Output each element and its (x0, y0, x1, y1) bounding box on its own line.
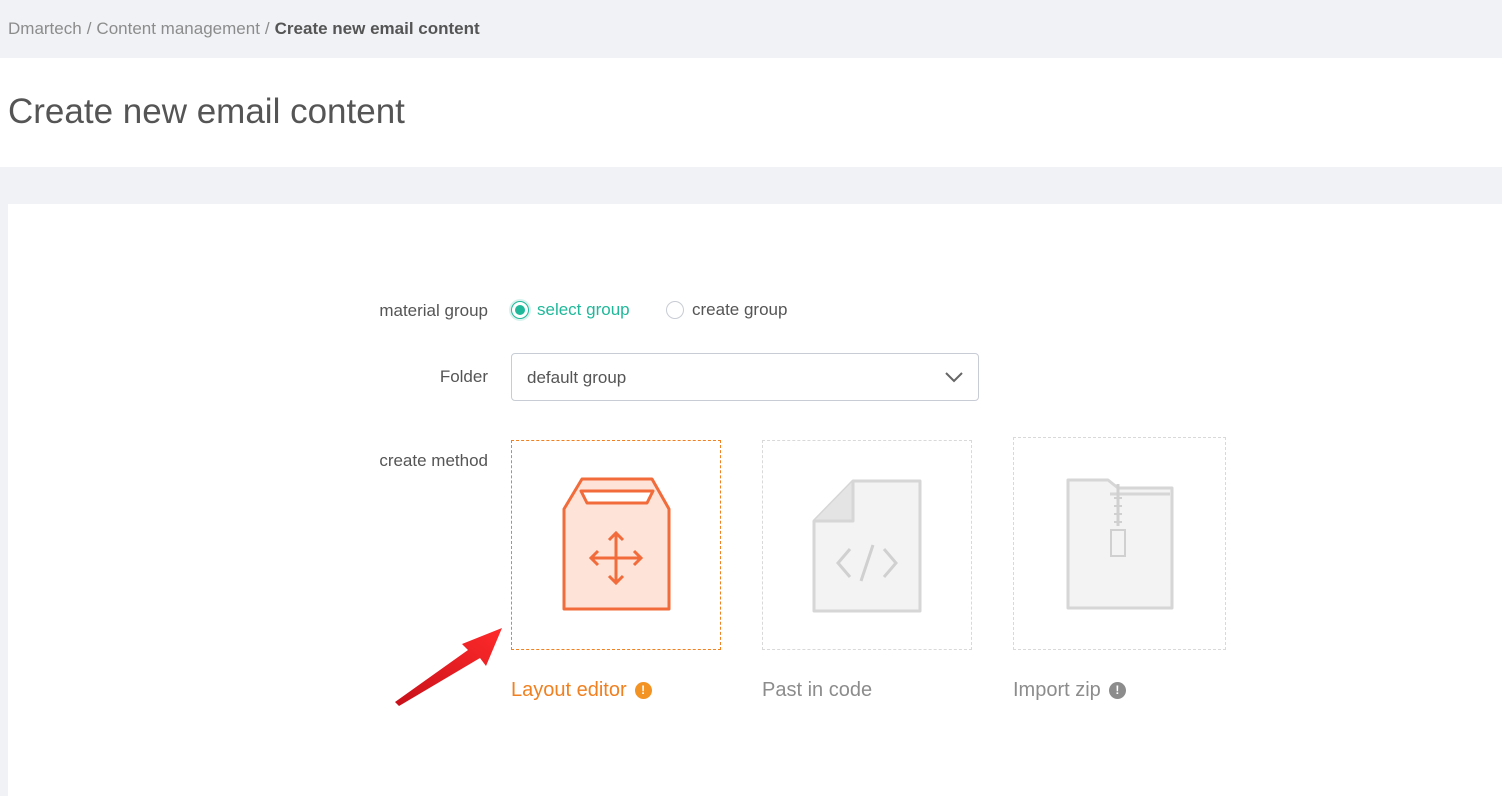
method-label-text: Layout editor (511, 679, 627, 701)
method-label-text: Import zip (1013, 679, 1101, 701)
breadcrumb-bar: Dmartech / Content management / Create new e… (0, 0, 1502, 58)
method-label-text: Past in code (762, 679, 873, 701)
folder-label: Folder (439, 367, 488, 386)
method-layout-editor[interactable] (511, 440, 721, 650)
radio-checked-icon (511, 301, 529, 319)
code-file-icon (812, 479, 922, 613)
method-label-import-zip[interactable]: Import zip ! (1013, 679, 1126, 702)
breadcrumb-item-content-management[interactable]: Content management (96, 19, 260, 38)
radio-create-group[interactable]: create group (666, 300, 787, 320)
method-label-layout-editor[interactable]: Layout editor ! (511, 679, 652, 702)
radio-unchecked-icon (666, 301, 684, 319)
page-header: Create new email content (0, 58, 1502, 167)
content-card (8, 204, 1502, 796)
folder-select[interactable]: default group (511, 353, 979, 401)
breadcrumb-separator: / (264, 19, 270, 38)
breadcrumb-item-current: Create new email content (274, 19, 480, 38)
breadcrumb-item-dmartech[interactable]: Dmartech (8, 19, 82, 38)
folder-select-value: default group (527, 368, 627, 387)
info-icon[interactable]: ! (1108, 682, 1126, 699)
page-title: Create new email content (8, 92, 405, 131)
radio-label: create group (692, 300, 788, 319)
info-icon[interactable]: ! (634, 682, 652, 699)
breadcrumb: Dmartech / Content management / Create new e… (8, 19, 480, 39)
material-group-label: material group (379, 301, 488, 320)
annotation-arrow-icon (395, 628, 502, 706)
radio-select-group[interactable]: select group (511, 300, 630, 320)
create-method-label: create method (379, 451, 488, 470)
radio-label: select group (537, 300, 630, 319)
layout-box-icon (562, 477, 671, 611)
method-label-paste-code[interactable]: Past in code (762, 679, 872, 702)
method-import-zip[interactable] (1013, 437, 1226, 650)
zip-file-icon (1066, 478, 1174, 610)
chevron-down-icon (945, 372, 963, 383)
breadcrumb-separator: / (86, 19, 92, 38)
method-paste-code[interactable] (762, 440, 972, 650)
